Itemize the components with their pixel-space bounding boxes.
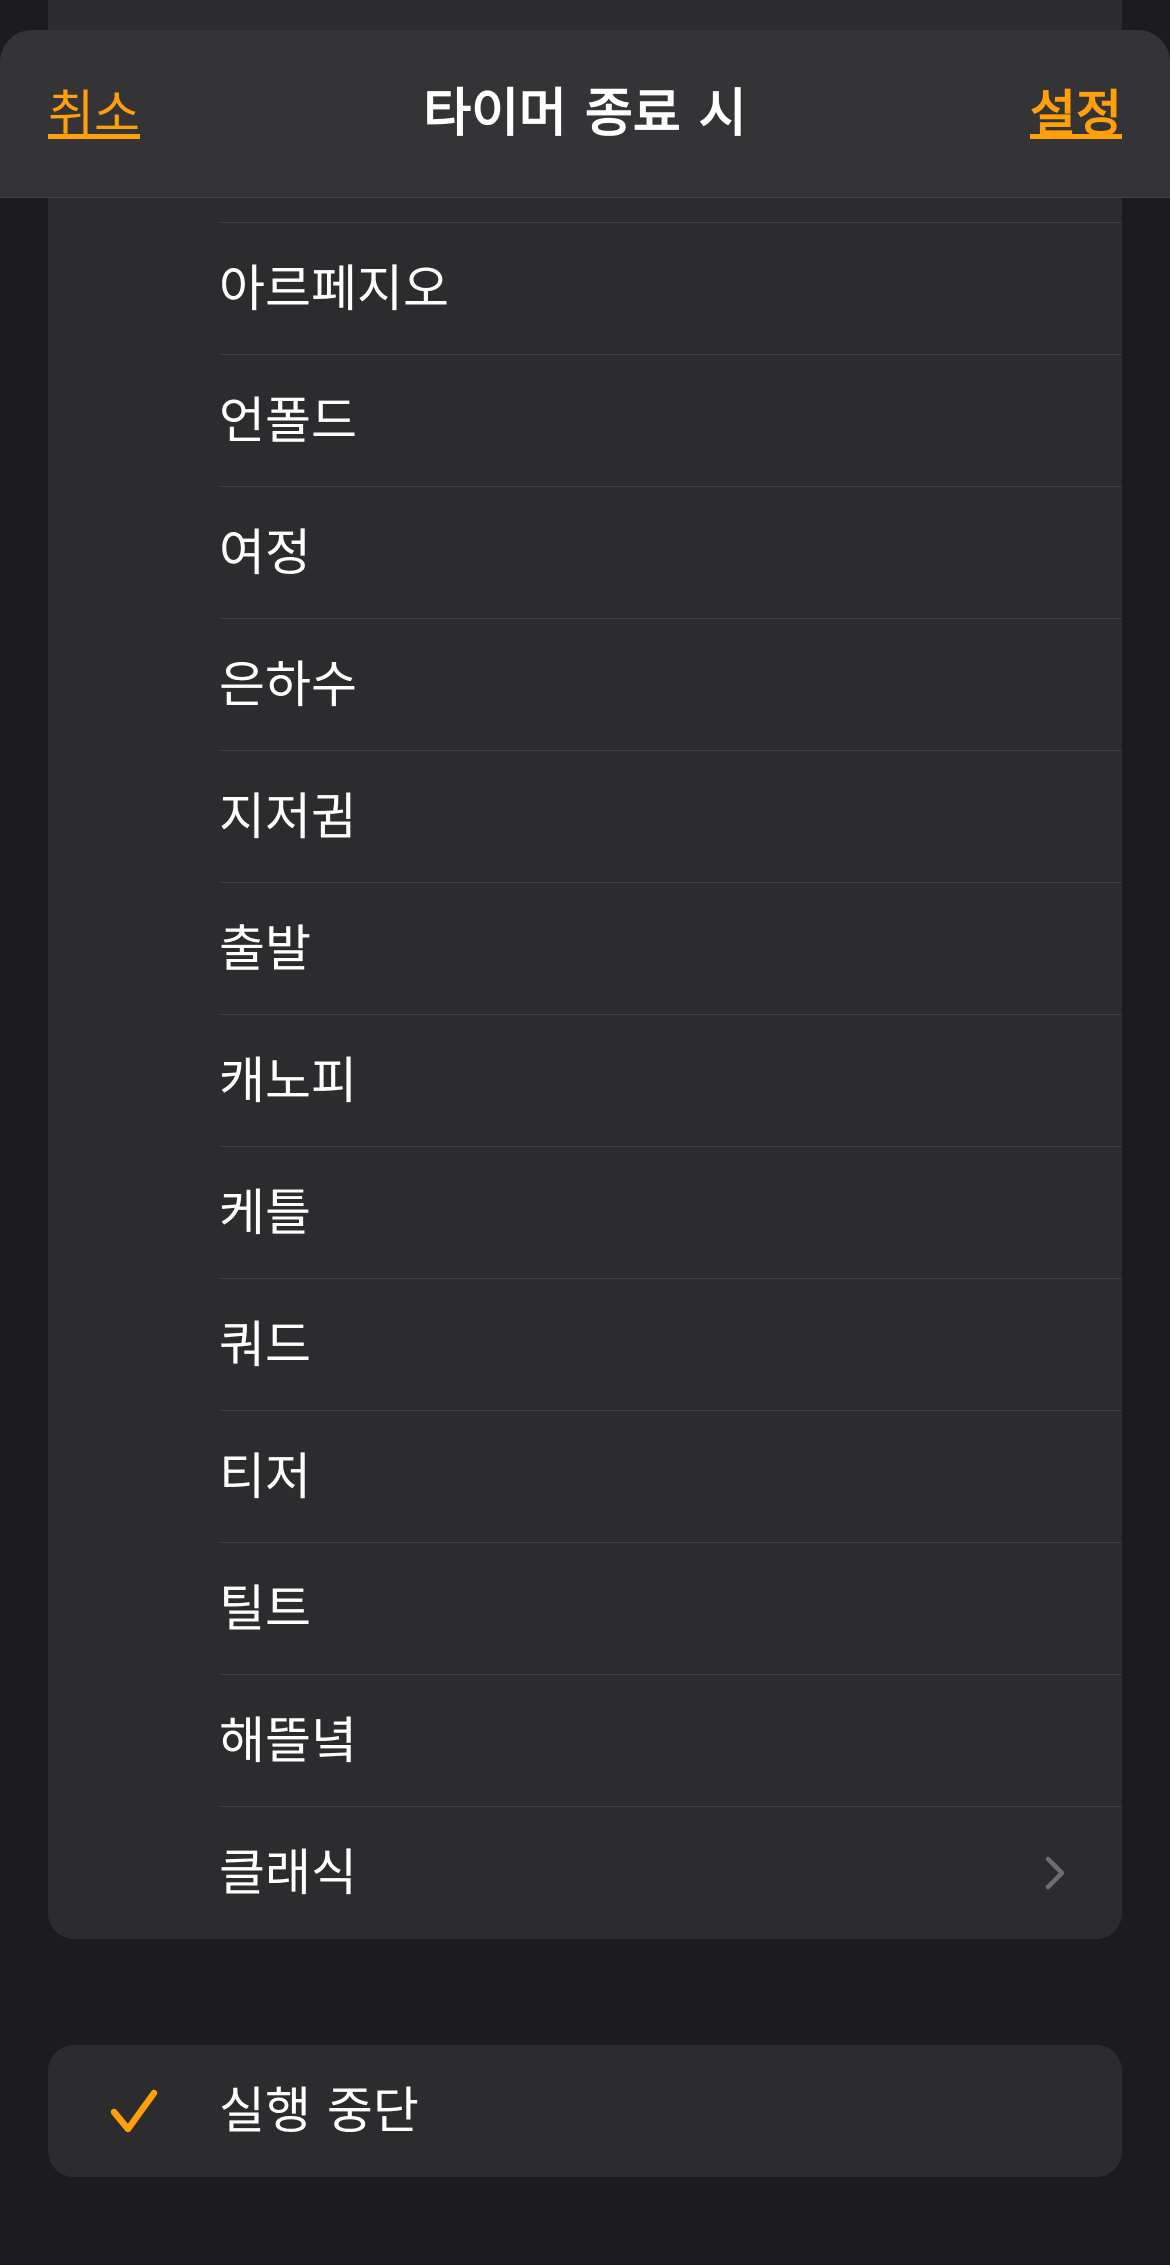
sound-row-arpeggio[interactable]: 아르페지오 <box>48 223 1122 355</box>
sound-row-chirp[interactable]: 지저귐 <box>48 751 1122 883</box>
sound-label: 케틀 <box>219 1184 311 1242</box>
sound-row-sunrise[interactable]: 해뜰녘 <box>48 1675 1122 1807</box>
sound-label: 출발 <box>219 920 311 978</box>
sound-label: 클래식 <box>219 1844 357 1902</box>
sound-label: 티저 <box>219 1448 311 1506</box>
sound-label: 틸트 <box>219 1580 311 1638</box>
sound-row-teaser[interactable]: 티저 <box>48 1411 1122 1543</box>
sound-label: 아르페지오 <box>219 260 449 318</box>
navigation-bar: 취소 타이머 종료 시 설정 <box>0 30 1170 198</box>
sound-row-canopy[interactable]: 캐노피 <box>48 1015 1122 1147</box>
sound-row-quad[interactable]: 쿼드 <box>48 1279 1122 1411</box>
chevron-right-icon <box>1045 1856 1065 1890</box>
sound-label: 캐노피 <box>219 1052 357 1110</box>
sound-row-journey[interactable]: 여정 <box>48 487 1122 619</box>
stop-playing-option[interactable]: 실행 중단 <box>48 2045 1122 2177</box>
stop-playing-label: 실행 중단 <box>219 2082 419 2140</box>
page-title: 타이머 종료 시 <box>423 84 747 144</box>
sound-label: 여정 <box>219 524 311 582</box>
sound-row-kettle[interactable]: 케틀 <box>48 1147 1122 1279</box>
sound-list: 아르페지오 언폴드 여정 은하수 지저귐 출발 캐노피 케틀 쿼드 티저 틸트 <box>48 150 1122 1939</box>
sound-label: 쿼드 <box>219 1316 311 1374</box>
sound-label: 은하수 <box>219 656 357 714</box>
sound-row-milky-way[interactable]: 은하수 <box>48 619 1122 751</box>
sound-row-classic[interactable]: 클래식 <box>48 1807 1122 1939</box>
sound-row-unfold[interactable]: 언폴드 <box>48 355 1122 487</box>
sound-row-tilt[interactable]: 틸트 <box>48 1543 1122 1675</box>
checkmark-icon <box>110 2089 158 2133</box>
sound-label: 언폴드 <box>219 392 357 450</box>
sound-label: 해뜰녘 <box>219 1712 357 1770</box>
sound-label: 지저귐 <box>219 788 357 846</box>
sound-row-departure[interactable]: 출발 <box>48 883 1122 1015</box>
set-button[interactable]: 설정 <box>1030 30 1122 198</box>
